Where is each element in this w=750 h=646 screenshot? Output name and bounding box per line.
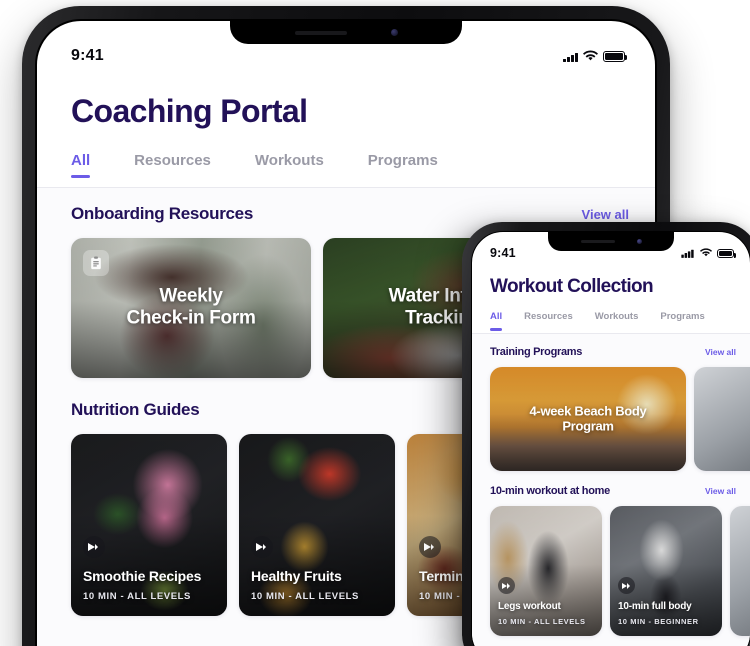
cellular-bars-icon <box>681 249 694 258</box>
play-icon[interactable] <box>498 577 515 594</box>
card-smoothie-recipes[interactable]: Smoothie Recipes 10 MIN - ALL LEVELS <box>71 434 227 616</box>
card-title-weekly: Weekly Check-in Form <box>126 285 256 329</box>
status-time: 9:41 <box>490 246 516 260</box>
wifi-icon <box>583 50 598 61</box>
card-legs-workout[interactable]: Legs workout 10 MIN - ALL LEVELS <box>490 506 602 636</box>
section-header-tenmin: 10-min workout at home View all <box>472 471 750 497</box>
status-icons <box>563 50 628 62</box>
phone-device-front: 9:41 Workout Collection All Resources Wo… <box>462 222 750 646</box>
earpiece-speaker-icon <box>294 30 347 35</box>
tab-resources-back[interactable]: Resources <box>134 152 211 169</box>
tab-workouts-front[interactable]: Workouts <box>595 311 639 322</box>
page-title-front: Workout Collection <box>490 276 654 297</box>
play-icon[interactable] <box>618 577 635 594</box>
cellular-bars-icon <box>563 52 578 62</box>
card-full-body[interactable]: 10-min full body 10 MIN - BEGINNER <box>610 506 722 636</box>
card-image-next <box>694 367 750 471</box>
section-title-nutrition: Nutrition Guides <box>71 400 200 419</box>
card-beach-body-program[interactable]: 4-week Beach Body Program <box>490 367 686 471</box>
view-all-training[interactable]: View all <box>705 347 736 357</box>
card-meta-legs: 10 MIN - ALL LEVELS <box>498 617 586 626</box>
card-row-training: 4-week Beach Body Program <box>472 358 750 471</box>
card-overlay <box>239 434 395 616</box>
section-title-training: Training Programs <box>490 346 583 358</box>
card-title-beach: 4-week Beach Body Program <box>529 403 647 434</box>
notch-back <box>230 21 462 44</box>
battery-icon <box>603 51 628 62</box>
mockup-stage: 9:41 Coaching Portal All Resources Worko… <box>0 0 750 646</box>
card-healthy-fruits[interactable]: Healthy Fruits 10 MIN - ALL LEVELS <box>239 434 395 616</box>
section-title-tenmin: 10-min workout at home <box>490 485 610 497</box>
page-title-back: Coaching Portal <box>71 93 308 129</box>
card-meta-fruits: 10 MIN - ALL LEVELS <box>251 591 359 602</box>
content-front: Training Programs View all 4-week Beach … <box>472 334 750 646</box>
card-meta-full: 10 MIN - BEGINNER <box>618 617 699 626</box>
wifi-icon <box>700 248 712 257</box>
card-meta-smoothie: 10 MIN - ALL LEVELS <box>83 591 191 602</box>
tab-workouts-back[interactable]: Workouts <box>255 152 324 169</box>
card-title-fruits: Healthy Fruits <box>251 568 342 584</box>
card-title-smoothie: Smoothie Recipes <box>83 568 202 584</box>
tab-resources-front[interactable]: Resources <box>524 311 573 322</box>
earpiece-speaker-icon <box>580 240 615 243</box>
view-all-onboarding[interactable]: View all <box>582 207 629 222</box>
view-all-tenmin[interactable]: View all <box>705 486 736 496</box>
tab-all-front[interactable]: All <box>490 311 503 331</box>
section-title-onboarding: Onboarding Resources <box>71 204 253 223</box>
status-time: 9:41 <box>71 47 104 64</box>
front-camera-icon <box>390 29 398 36</box>
card-image-next <box>730 506 750 636</box>
tab-programs-front[interactable]: Programs <box>660 311 704 322</box>
card-title-legs: Legs workout <box>498 601 561 612</box>
clipboard-icon <box>83 250 109 276</box>
card-weekly-checkin[interactable]: Weekly Check-in Form <box>71 238 311 378</box>
card-row-tenmin: Legs workout 10 MIN - ALL LEVELS 10-min … <box>472 497 750 636</box>
card-overlay <box>71 434 227 616</box>
play-icon[interactable] <box>251 536 273 558</box>
tab-bar-back[interactable]: All Resources Workouts Programs <box>71 152 655 178</box>
play-icon[interactable] <box>419 536 441 558</box>
card-title-full: 10-min full body <box>618 601 692 612</box>
section-header-onboarding: Onboarding Resources View all <box>37 204 655 224</box>
play-icon[interactable] <box>83 536 105 558</box>
status-icons <box>680 248 737 258</box>
notch-front <box>548 232 674 251</box>
tab-bar-front[interactable]: All Resources Workouts Programs <box>490 311 750 331</box>
card-training-next[interactable] <box>694 367 750 471</box>
phone-front-screen: 9:41 Workout Collection All Resources Wo… <box>471 231 750 646</box>
battery-icon <box>717 249 737 258</box>
section-header-training: Training Programs View all <box>472 346 750 358</box>
tab-all-back[interactable]: All <box>71 152 91 178</box>
tab-programs-back[interactable]: Programs <box>368 152 438 169</box>
front-camera-icon <box>636 239 642 244</box>
card-tenmin-next[interactable] <box>730 506 750 636</box>
